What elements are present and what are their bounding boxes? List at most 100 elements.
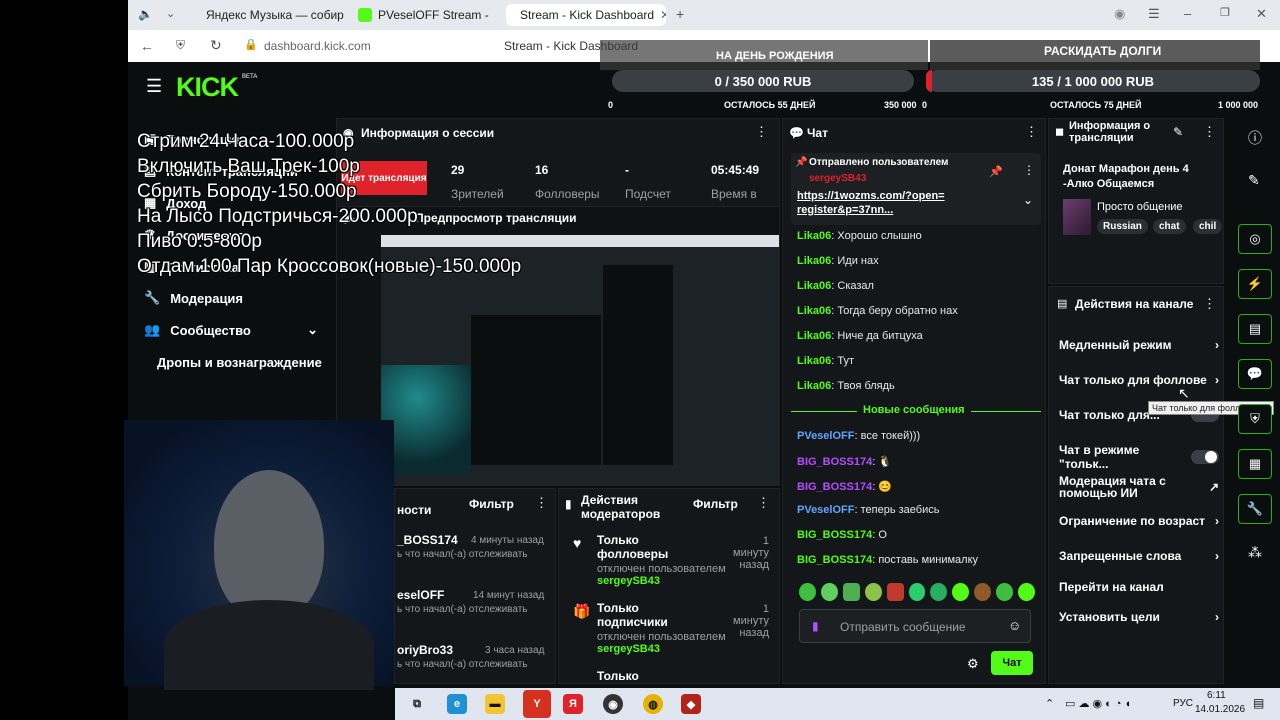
more-icon[interactable]: ⋮	[1203, 124, 1216, 140]
clock-date[interactable]: 14.01.2026	[1195, 704, 1245, 715]
action-followers-only[interactable]: Чат только для фоллове ›	[1059, 373, 1219, 387]
emote-icon[interactable]	[820, 583, 838, 601]
more-icon[interactable]: ⋮	[1025, 124, 1038, 140]
chat-user[interactable]: BIG_BOSS174	[797, 481, 872, 493]
share-icon[interactable]: ⁂	[1248, 544, 1262, 561]
emote-icon[interactable]	[996, 583, 1014, 601]
pinned-link[interactable]: https://1wozms.com/?open=register&p=37nn…	[797, 189, 947, 217]
close-window-icon[interactable]: ✕	[1256, 6, 1267, 22]
dota-icon[interactable]: ◆	[681, 694, 701, 714]
chat-input[interactable]: ▮ Отправить сообщение ☺	[799, 609, 1031, 643]
chat-user[interactable]: BIG_BOSS174	[797, 529, 872, 541]
mic-icon[interactable]: ▮	[812, 619, 819, 633]
info-icon[interactable]: ⓘ	[1248, 128, 1262, 148]
settings-button[interactable]: 🔧	[1238, 494, 1272, 524]
tag[interactable]: Russian	[1097, 219, 1148, 234]
edge-icon[interactable]: e	[447, 694, 467, 714]
chat-user[interactable]: PVeselOFF	[797, 504, 854, 516]
chat-user[interactable]: Lika06	[797, 330, 831, 342]
mod-filter[interactable]: Фильтр	[693, 497, 738, 511]
chat-send-button[interactable]: Чат	[991, 651, 1033, 675]
kick-logo[interactable]: KICK	[176, 72, 239, 103]
emote-icon[interactable]	[842, 583, 860, 601]
chevron-up-icon[interactable]: ⌃	[1045, 697, 1054, 710]
raid-button[interactable]: ◎	[1238, 224, 1272, 254]
tab-kick-dashboard[interactable]: Stream - Kick Dashboard ✕	[506, 4, 666, 26]
tab-yandex-music[interactable]: Яндекс Музыка — собира	[192, 4, 344, 26]
emoji-icon[interactable]: ☺	[1008, 618, 1021, 633]
action-set-goals[interactable]: Установить цели ›	[1059, 610, 1219, 624]
sidebar-item-community[interactable]: 👥 Сообщество ⌄	[144, 322, 318, 338]
mod-tools-button[interactable]: ⛨	[1238, 404, 1272, 434]
chat-user[interactable]: BIG_BOSS174	[797, 456, 872, 468]
activity-filter[interactable]: Фильтр	[469, 497, 514, 511]
task-view-icon[interactable]: ⧉	[407, 694, 427, 714]
folder-icon[interactable]: ▬	[485, 694, 505, 714]
more-icon[interactable]: ⋮	[757, 495, 770, 511]
more-icon[interactable]: ⋮	[1023, 163, 1035, 177]
more-icon[interactable]: ⋮	[535, 495, 548, 511]
obs-icon[interactable]: ◉	[603, 694, 623, 714]
emote-icon[interactable]	[864, 583, 882, 601]
sidebar-item-moderation[interactable]: 🔧 Модерация	[144, 290, 243, 306]
emote-icon[interactable]	[799, 583, 816, 601]
action-go-to-channel[interactable]: Перейти на канал	[1059, 580, 1219, 594]
action-slow-mode[interactable]: Медленный режим ›	[1059, 338, 1219, 352]
chat-user[interactable]: Lika06	[797, 380, 831, 392]
pencil-icon[interactable]: ✎	[1173, 125, 1183, 139]
language-indicator[interactable]: РУС	[1173, 698, 1193, 709]
category-name[interactable]: Просто общение	[1097, 201, 1183, 213]
notifications-icon[interactable]: ▤	[1253, 696, 1264, 710]
reload-icon[interactable]: ↻	[210, 37, 222, 54]
restore-icon[interactable]: ❐	[1220, 6, 1230, 19]
back-icon[interactable]: ←	[140, 38, 154, 54]
emote-icon[interactable]	[952, 583, 970, 601]
layout-button[interactable]: ▦	[1238, 449, 1272, 479]
chat-user[interactable]: Lika06	[797, 355, 831, 367]
chat-popout-button[interactable]: 💬	[1238, 359, 1272, 389]
chat-user[interactable]: Lika06	[797, 305, 831, 317]
menu-icon[interactable]: ☰	[1148, 6, 1160, 22]
minimize-icon[interactable]: –	[1184, 6, 1191, 21]
emote-icon[interactable]	[930, 583, 948, 601]
emote-icon[interactable]	[974, 583, 992, 601]
pencil-icon[interactable]: ✎	[1248, 172, 1260, 189]
chevron-down-icon[interactable]: ⌄	[1023, 193, 1033, 207]
chrome-icon[interactable]: ◍	[643, 694, 663, 714]
new-tab-button[interactable]: +	[676, 6, 684, 22]
toggle-switch[interactable]	[1191, 450, 1219, 464]
chat-user[interactable]: Lika06	[797, 255, 831, 267]
more-icon[interactable]: ⋮	[755, 124, 768, 140]
emote-icon[interactable]	[908, 583, 926, 601]
emote-icon[interactable]	[1018, 583, 1035, 601]
shield-icon[interactable]: ⛨	[176, 38, 185, 53]
action-age-restriction[interactable]: Ограничение по возраст ›	[1059, 514, 1219, 528]
action-ai-moderation[interactable]: Модерация чата с помощью ИИ ↗	[1059, 475, 1219, 499]
chat-user[interactable]: Lika06	[797, 280, 831, 292]
chat-user[interactable]: Lika06	[797, 230, 831, 242]
tag[interactable]: chat	[1153, 219, 1186, 234]
speaker-icon[interactable]: 🔈	[138, 7, 153, 21]
quick-action-button[interactable]: ⚡	[1238, 269, 1272, 299]
profile-icon[interactable]: ◉	[1114, 6, 1125, 22]
pinned-user[interactable]: sergeySB43	[809, 173, 866, 184]
close-tab-icon[interactable]: ✕	[660, 8, 666, 22]
chevron-down-icon[interactable]: ⌄	[166, 7, 175, 20]
gear-icon[interactable]: ⚙	[967, 656, 979, 672]
hamburger-icon[interactable]: ☰	[146, 76, 162, 97]
action-emote-only[interactable]: Чат в режиме "тольк...	[1059, 443, 1219, 471]
url-field[interactable]: dashboard.kick.com	[264, 39, 371, 53]
sidebar-item-drops[interactable]: Дропы и вознаграждение	[157, 355, 322, 370]
tab-pveseloff-stream[interactable]: PVeselOFF Stream -	[350, 4, 500, 26]
pin-icon[interactable]: 📌	[989, 165, 1003, 178]
chat-user[interactable]: BIG_BOSS174	[797, 554, 872, 566]
tray-icons[interactable]: ▭ ☁ ◉ ◐ ◔ ◖	[1065, 697, 1131, 710]
more-icon[interactable]: ⋮	[1203, 296, 1216, 312]
action-banned-words[interactable]: Запрещенные слова ›	[1059, 549, 1219, 563]
emote-icon[interactable]	[886, 583, 904, 601]
notes-button[interactable]: ▤	[1238, 314, 1272, 344]
clock-time[interactable]: 6:11	[1207, 690, 1226, 701]
tag[interactable]: chil	[1193, 219, 1223, 234]
yandex-browser-icon[interactable]: Y	[523, 690, 551, 718]
chat-user[interactable]: PVeselOFF	[797, 430, 854, 442]
